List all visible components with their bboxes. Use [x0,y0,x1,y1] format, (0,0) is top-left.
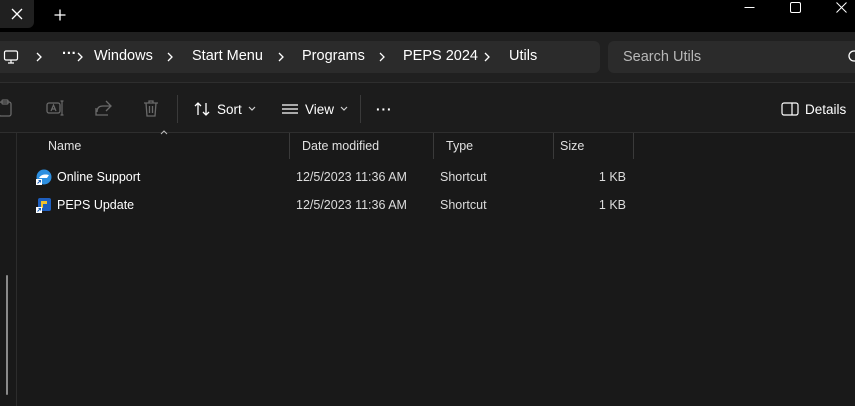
more-options-button[interactable]: ··· [376,96,393,122]
search-box[interactable] [608,41,855,73]
view-list-icon [282,104,298,114]
file-row[interactable]: Online Support 12/5/2023 11:36 AM Shortc… [18,163,855,191]
file-date-cell: 12/5/2023 11:36 AM [296,170,407,184]
file-name: PEPS Update [57,198,135,212]
breadcrumb-more[interactable]: ··· [62,46,77,62]
paste-icon[interactable] [0,97,16,119]
file-type-cell: Shortcut [440,198,487,212]
view-button[interactable]: View [281,96,348,122]
tab-close-button[interactable] [0,0,34,28]
search-icon[interactable] [845,49,855,70]
rename-icon[interactable] [44,97,66,119]
peps-update-shortcut-icon [36,198,51,213]
chevron-right-icon[interactable] [378,52,386,62]
file-name-cell[interactable]: Online Support [36,163,140,191]
column-header-size[interactable]: Size [554,133,634,159]
breadcrumb-item-programs[interactable]: Programs [302,48,365,64]
chevron-right-icon[interactable] [76,52,84,62]
toolbar-divider [360,95,361,123]
minimize-button[interactable] [734,0,764,14]
file-type-cell: Shortcut [440,170,487,184]
delete-icon[interactable] [140,97,162,119]
maximize-button[interactable] [780,0,810,14]
column-header-label: Name [48,139,82,153]
breadcrumb-item-utils[interactable]: Utils [509,48,537,64]
this-pc-icon[interactable] [3,49,19,70]
column-header-label: Type [446,139,474,153]
command-bar: Sort View ··· Details [0,82,855,133]
more-options-label: ··· [376,101,393,117]
file-explorer-window: ··· Windows Start Menu Programs PEPS 202… [0,0,855,406]
search-input[interactable] [623,49,823,65]
close-icon [11,8,23,20]
column-header-label: Size [560,139,585,153]
chevron-down-icon [340,106,348,111]
title-bar [0,0,855,32]
plus-icon [54,9,66,21]
chevron-right-icon[interactable] [35,52,43,62]
new-tab-button[interactable] [48,4,72,26]
chevron-down-icon [248,106,256,111]
view-label: View [305,101,335,117]
file-row[interactable]: PEPS Update 12/5/2023 11:36 AM Shortcut … [18,191,855,219]
file-date-cell: 12/5/2023 11:36 AM [296,198,407,212]
file-size-cell: 1 KB [598,170,626,184]
sort-label: Sort [217,101,242,117]
share-icon[interactable] [92,97,114,119]
maximize-icon [789,1,801,13]
column-header-name[interactable]: Name [36,133,290,159]
address-row: ··· Windows Start Menu Programs PEPS 202… [0,32,855,82]
column-headers: Name Date modified Type Size [18,130,855,159]
column-header-date-modified[interactable]: Date modified [290,133,434,159]
toolbar-divider [177,95,178,123]
sort-icon [194,102,210,116]
close-window-button[interactable] [826,0,855,14]
chevron-right-icon[interactable] [166,52,174,62]
navigation-pane[interactable] [0,133,17,406]
breadcrumb-item-start-menu[interactable]: Start Menu [192,48,263,64]
navigation-scrollbar[interactable] [6,275,8,395]
online-support-shortcut-icon [36,169,52,185]
column-header-label: Date modified [302,139,380,153]
file-name: Online Support [57,170,141,184]
details-pane-button[interactable]: Details [781,96,846,122]
chevron-right-icon[interactable] [483,52,491,62]
column-header-type[interactable]: Type [434,133,554,159]
chevron-right-icon[interactable] [277,52,285,62]
sort-button[interactable]: Sort [193,96,256,122]
details-label: Details [805,101,847,117]
breadcrumb[interactable]: ··· Windows Start Menu Programs PEPS 202… [0,41,600,73]
breadcrumb-item-peps-2024[interactable]: PEPS 2024 [403,48,478,64]
file-name-cell[interactable]: PEPS Update [36,191,134,219]
close-icon [835,1,847,13]
content-area: Name Date modified Type Size Online Supp… [0,130,855,406]
minimize-icon [744,7,754,8]
breadcrumb-item-windows[interactable]: Windows [94,48,153,64]
details-pane-icon [781,102,799,116]
file-size-cell: 1 KB [598,198,626,212]
